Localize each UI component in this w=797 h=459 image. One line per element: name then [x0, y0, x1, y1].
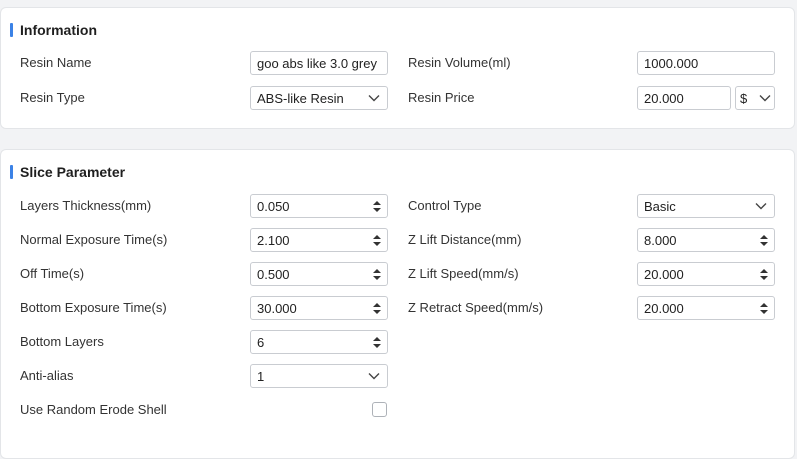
- z-lift-distance-value: 8.000: [644, 232, 677, 248]
- random-erode-label: Use Random Erode Shell: [20, 402, 167, 417]
- z-lift-speed-label: Z Lift Speed(mm/s): [408, 266, 519, 281]
- section-accent-bar: [10, 23, 13, 37]
- z-lift-distance-label: Z Lift Distance(mm): [408, 232, 522, 247]
- chevron-down-icon: [361, 365, 387, 387]
- layers-thickness-value: 0.050: [257, 198, 290, 214]
- slice-parameter-header: Slice Parameter: [10, 164, 125, 180]
- control-type-value: Basic: [644, 198, 676, 214]
- bottom-exposure-value: 30.000: [257, 300, 297, 316]
- slice-parameter-panel: Slice Parameter Layers Thickness(mm) 0.0…: [0, 149, 795, 459]
- bottom-exposure-input[interactable]: 30.000: [250, 296, 388, 320]
- layers-thickness-input[interactable]: 0.050: [250, 194, 388, 218]
- layers-thickness-label: Layers Thickness(mm): [20, 198, 152, 213]
- spinner-arrows-icon[interactable]: [369, 297, 385, 319]
- bottom-layers-label: Bottom Layers: [20, 334, 104, 349]
- section-accent-bar: [10, 165, 13, 179]
- anti-alias-label: Anti-alias: [20, 368, 74, 383]
- information-title: Information: [20, 22, 97, 38]
- resin-price-input[interactable]: 20.000: [637, 86, 731, 110]
- control-type-label: Control Type: [408, 198, 482, 213]
- resin-price-value: 20.000: [644, 90, 684, 106]
- resin-type-label: Resin Type: [20, 90, 85, 105]
- random-erode-checkbox[interactable]: [372, 402, 387, 417]
- bottom-exposure-label: Bottom Exposure Time(s): [20, 300, 167, 315]
- chevron-down-icon: [361, 87, 387, 109]
- resin-type-value: ABS-like Resin: [257, 90, 344, 106]
- spinner-arrows-icon[interactable]: [369, 195, 385, 217]
- off-time-input[interactable]: 0.500: [250, 262, 388, 286]
- resin-volume-label: Resin Volume(ml): [408, 55, 511, 70]
- z-retract-speed-label: Z Retract Speed(mm/s): [408, 300, 544, 315]
- control-type-select[interactable]: Basic: [637, 194, 775, 218]
- resin-price-label: Resin Price: [408, 90, 475, 105]
- spinner-arrows-icon[interactable]: [756, 229, 772, 251]
- anti-alias-value: 1: [257, 368, 265, 384]
- z-lift-speed-input[interactable]: 20.000: [637, 262, 775, 286]
- spinner-arrows-icon[interactable]: [369, 229, 385, 251]
- currency-select[interactable]: $: [735, 86, 775, 110]
- chevron-down-icon: [748, 195, 774, 217]
- resin-name-value: goo abs like 3.0 grey: [257, 55, 377, 71]
- spinner-arrows-icon[interactable]: [369, 263, 385, 285]
- bottom-layers-input[interactable]: 6: [250, 330, 388, 354]
- resin-name-label: Resin Name: [20, 55, 92, 70]
- resin-type-select[interactable]: ABS-like Resin: [250, 86, 388, 110]
- resin-name-input[interactable]: goo abs like 3.0 grey: [250, 51, 388, 75]
- resin-volume-input[interactable]: 1000.000: [637, 51, 775, 75]
- chevron-down-icon: [756, 87, 774, 109]
- bottom-layers-value: 6: [257, 334, 265, 350]
- z-lift-speed-value: 20.000: [644, 266, 684, 282]
- z-retract-speed-value: 20.000: [644, 300, 684, 316]
- anti-alias-select[interactable]: 1: [250, 364, 388, 388]
- normal-exposure-label: Normal Exposure Time(s): [20, 232, 168, 247]
- z-retract-speed-input[interactable]: 20.000: [637, 296, 775, 320]
- spinner-arrows-icon[interactable]: [756, 297, 772, 319]
- spinner-arrows-icon[interactable]: [369, 331, 385, 353]
- normal-exposure-value: 2.100: [257, 232, 290, 248]
- spinner-arrows-icon[interactable]: [756, 263, 772, 285]
- z-lift-distance-input[interactable]: 8.000: [637, 228, 775, 252]
- information-header: Information: [10, 22, 97, 38]
- slice-parameter-title: Slice Parameter: [20, 164, 126, 180]
- currency-value: $: [740, 90, 748, 106]
- off-time-value: 0.500: [257, 266, 290, 282]
- information-panel: Information Resin Name goo abs like 3.0 …: [0, 7, 795, 129]
- off-time-label: Off Time(s): [20, 266, 85, 281]
- normal-exposure-input[interactable]: 2.100: [250, 228, 388, 252]
- resin-volume-value: 1000.000: [644, 55, 699, 71]
